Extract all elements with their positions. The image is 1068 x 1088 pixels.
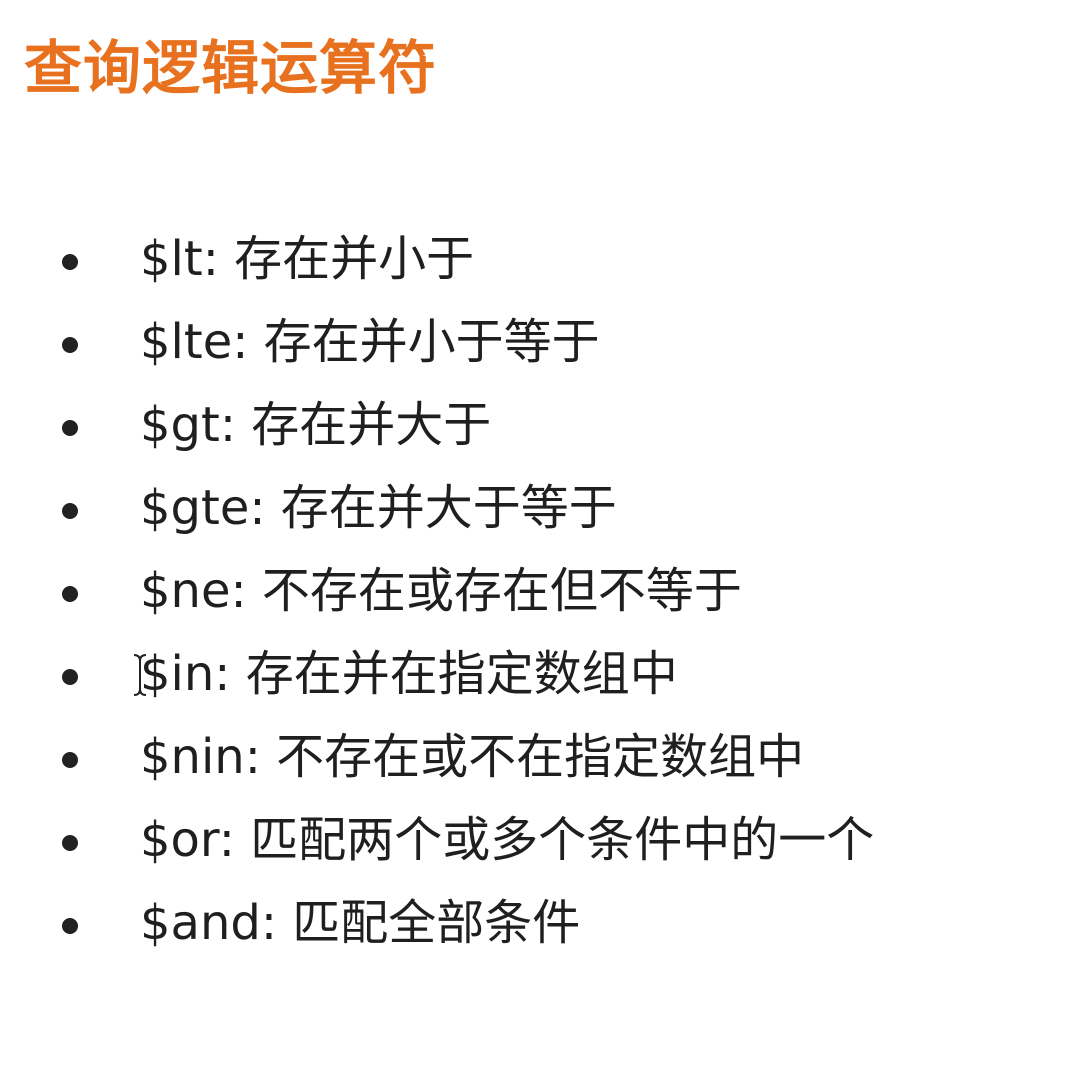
list-item: $in: 存在并在指定数组中 [0, 633, 1068, 716]
list-item-text: $ne: 不存在或存在但不等于 [140, 563, 742, 619]
list-item-text: $in: 存在并在指定数组中 [140, 646, 678, 702]
list-item-text: $gt: 存在并大于 [140, 397, 492, 453]
bullet-icon [62, 585, 78, 602]
list-item-text: $lt: 存在并小于 [140, 231, 475, 287]
list-item: $nin: 不存在或不在指定数组中 [0, 716, 1068, 799]
page-title: 查询逻辑运算符 [24, 34, 438, 102]
list-item-text: $and: 匹配全部条件 [140, 895, 581, 951]
list-item-text: $gte: 存在并大于等于 [140, 480, 617, 536]
list-item: $and: 匹配全部条件 [0, 882, 1068, 965]
list-item-text: $or: 匹配两个或多个条件中的一个 [140, 812, 875, 868]
bullet-icon [62, 419, 78, 436]
list-item: $ne: 不存在或存在但不等于 [0, 550, 1068, 633]
list-item-text: $nin: 不存在或不在指定数组中 [140, 729, 805, 785]
list-item: $gte: 存在并大于等于 [0, 467, 1068, 550]
bullet-icon [62, 834, 78, 851]
operator-list: $lt: 存在并小于 $lte: 存在并小于等于 $gt: 存在并大于 $gte… [0, 218, 1068, 965]
bullet-icon [62, 502, 78, 519]
bullet-icon [62, 751, 78, 768]
bullet-icon [62, 917, 78, 934]
list-item: $or: 匹配两个或多个条件中的一个 [0, 799, 1068, 882]
bullet-icon [62, 668, 78, 685]
bullet-icon [62, 336, 78, 353]
slide: 查询逻辑运算符 $lt: 存在并小于 $lte: 存在并小于等于 $gt: 存在… [0, 0, 1068, 1088]
list-item: $lte: 存在并小于等于 [0, 301, 1068, 384]
list-item: $gt: 存在并大于 [0, 384, 1068, 467]
list-item-text: $lte: 存在并小于等于 [140, 314, 600, 370]
list-item: $lt: 存在并小于 [0, 218, 1068, 301]
bullet-icon [62, 253, 78, 270]
